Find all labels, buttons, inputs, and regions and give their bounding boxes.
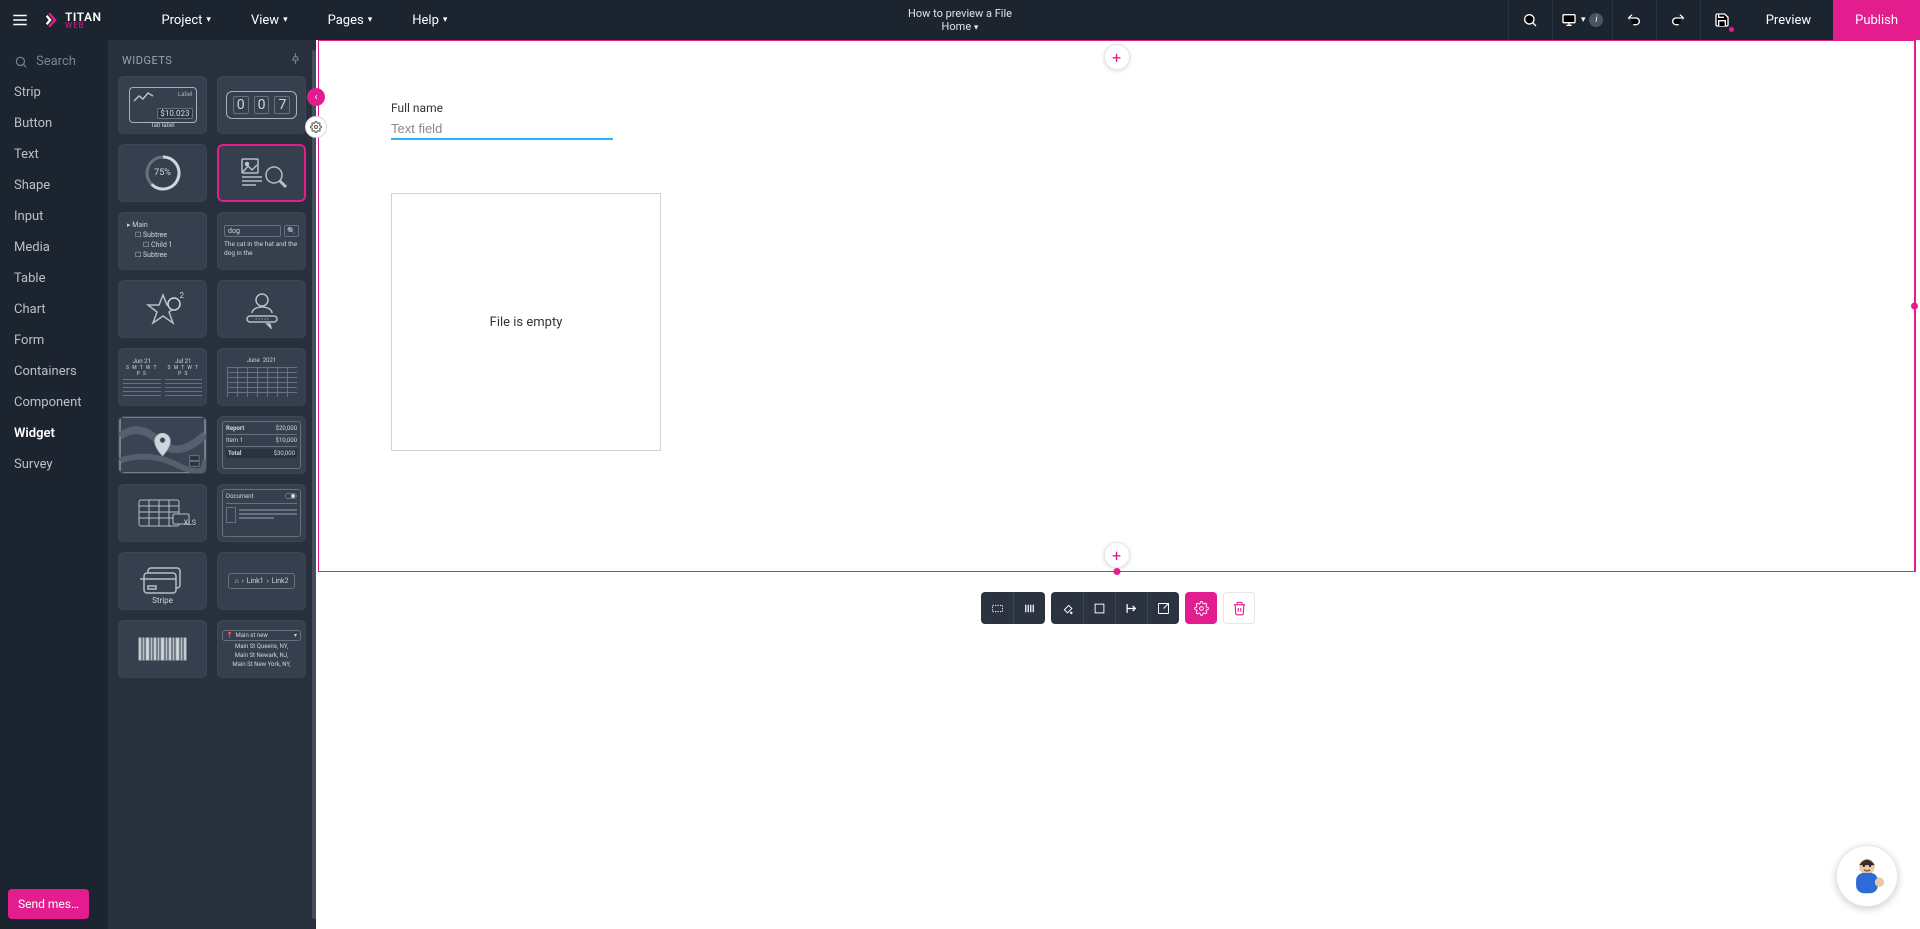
section-toolbar [981,592,1255,624]
svg-text:• • • • •: • • • • • [255,317,269,323]
widget-stripe[interactable]: Stripe [118,552,207,610]
widget-document[interactable]: Document [217,484,306,542]
toolbar-columns-button[interactable] [1013,592,1045,624]
nav-input[interactable]: Input [0,201,108,232]
hamburger-menu[interactable] [0,11,40,29]
save-button[interactable] [1700,0,1744,40]
toolbar-delete-button[interactable] [1223,592,1255,624]
widget-date-range[interactable]: Jun 21 S M T W T P S Jul 21 S M T W T P … [118,348,207,406]
search-button[interactable] [1508,0,1552,40]
toolbar-align-button[interactable] [1115,592,1147,624]
nav-survey[interactable]: Survey [0,449,108,480]
left-nav: Search Strip Button Text Shape Input Med… [0,40,108,929]
widget-rating[interactable]: 2 [118,280,207,338]
project-title: How to preview a File [908,7,1012,20]
widget-xls-export[interactable]: XLS [118,484,207,542]
widget-password[interactable]: • • • • • [217,280,306,338]
widget-search-text[interactable]: dog 🔍 The cat in the hat and the dog in … [217,212,306,270]
collapse-panel-button[interactable]: ‹ [307,88,325,106]
chevron-down-icon: ▾ [206,15,211,25]
top-header: TITAN WEB Project▾ View▾ Pages▾ Help▾ Ho… [0,0,1920,40]
panel-settings-button[interactable] [305,116,327,138]
add-section-above-button[interactable]: + [1104,44,1130,70]
preview-button[interactable]: Preview [1744,0,1833,40]
nav-search[interactable]: Search [0,46,108,77]
brand-logo[interactable]: TITAN WEB [40,10,111,30]
main-menu: Project▾ View▾ Pages▾ Help▾ [141,0,467,40]
widget-report[interactable]: Report$20,000 Item 1$10,000 Total$30,000 [217,416,306,474]
chevron-down-icon: ▾ [443,15,448,25]
field-label-fullname: Full name [391,101,443,115]
add-section-below-button[interactable]: + [1104,542,1130,568]
chevron-down-icon: ▾ [283,15,288,25]
nav-text[interactable]: Text [0,139,108,170]
toolbar-fill-button[interactable] [1051,592,1083,624]
toolbar-open-button[interactable] [1147,592,1179,624]
widget-barcode[interactable] [118,620,207,678]
fullname-input[interactable] [391,119,613,140]
widget-counter[interactable]: 0 0 7 [217,76,306,134]
menu-help[interactable]: Help▾ [392,0,467,40]
file-preview-box[interactable]: File is empty [391,193,661,451]
widget-progress-ring[interactable]: 75% [118,144,207,202]
nav-strip[interactable]: Strip [0,77,108,108]
nav-containers[interactable]: Containers [0,356,108,387]
help-mascot-button[interactable] [1836,845,1898,907]
file-empty-text: File is empty [490,315,563,330]
unsaved-indicator-icon [1729,27,1734,32]
canvas-section[interactable]: + + Full name File is empty [318,40,1916,572]
page-selector[interactable]: Home ▾ [908,20,1012,34]
redo-button[interactable] [1656,0,1700,40]
nav-component[interactable]: Component [0,387,108,418]
canvas[interactable]: + + Full name File is empty [316,40,1920,929]
home-icon: ⌂ [234,577,238,585]
chevron-down-icon: ▾ [1581,15,1586,25]
widget-address-lookup[interactable]: 📍Main st new▾ Main St Queens, NY, Main S… [217,620,306,678]
menu-project[interactable]: Project▾ [141,0,231,40]
widget-panel: WIDGETS ‹ Label $10.023 Tab label [108,40,316,929]
publish-button[interactable]: Publish [1833,0,1920,40]
info-badge-icon: i [1589,13,1603,27]
nav-widget[interactable]: Widget [0,418,108,449]
device-preview-selector[interactable]: ▾ i [1552,0,1612,40]
panel-title: WIDGETS [122,54,172,67]
menu-view[interactable]: View▾ [231,0,308,40]
widget-file-preview[interactable] [217,144,306,202]
nav-button[interactable]: Button [0,108,108,139]
pin-icon[interactable] [289,52,302,68]
toolbar-select-button[interactable] [981,592,1013,624]
undo-button[interactable] [1612,0,1656,40]
pin-icon: 📍 [226,632,233,639]
search-placeholder: Search [36,54,76,69]
nav-media[interactable]: Media [0,232,108,263]
toolbar-border-button[interactable] [1083,592,1115,624]
header-title-block: How to preview a File Home ▾ [908,7,1012,34]
nav-table[interactable]: Table [0,263,108,294]
chevron-down-icon: ▾ [974,23,979,33]
toolbar-settings-button[interactable] [1185,592,1217,624]
widget-kpi-card[interactable]: Label $10.023 Tab label [118,76,207,134]
nav-form[interactable]: Form [0,325,108,356]
resize-handle-bottom[interactable] [1113,568,1120,575]
menu-pages[interactable]: Pages▾ [308,0,393,40]
chevron-down-icon: ▾ [368,15,373,25]
nav-chart[interactable]: Chart [0,294,108,325]
widget-tree[interactable]: ▸ Main ☐ Subtree ☐ Child 1 ☐ Subtree [118,212,207,270]
send-message-button[interactable]: Send mes… [8,889,89,919]
widget-calendar[interactable]: June 2021 [217,348,306,406]
widget-breadcrumb[interactable]: ⌂›Link1›Link2 [217,552,306,610]
widget-map[interactable] [118,416,207,474]
resize-handle-right[interactable] [1911,303,1918,310]
nav-shape[interactable]: Shape [0,170,108,201]
